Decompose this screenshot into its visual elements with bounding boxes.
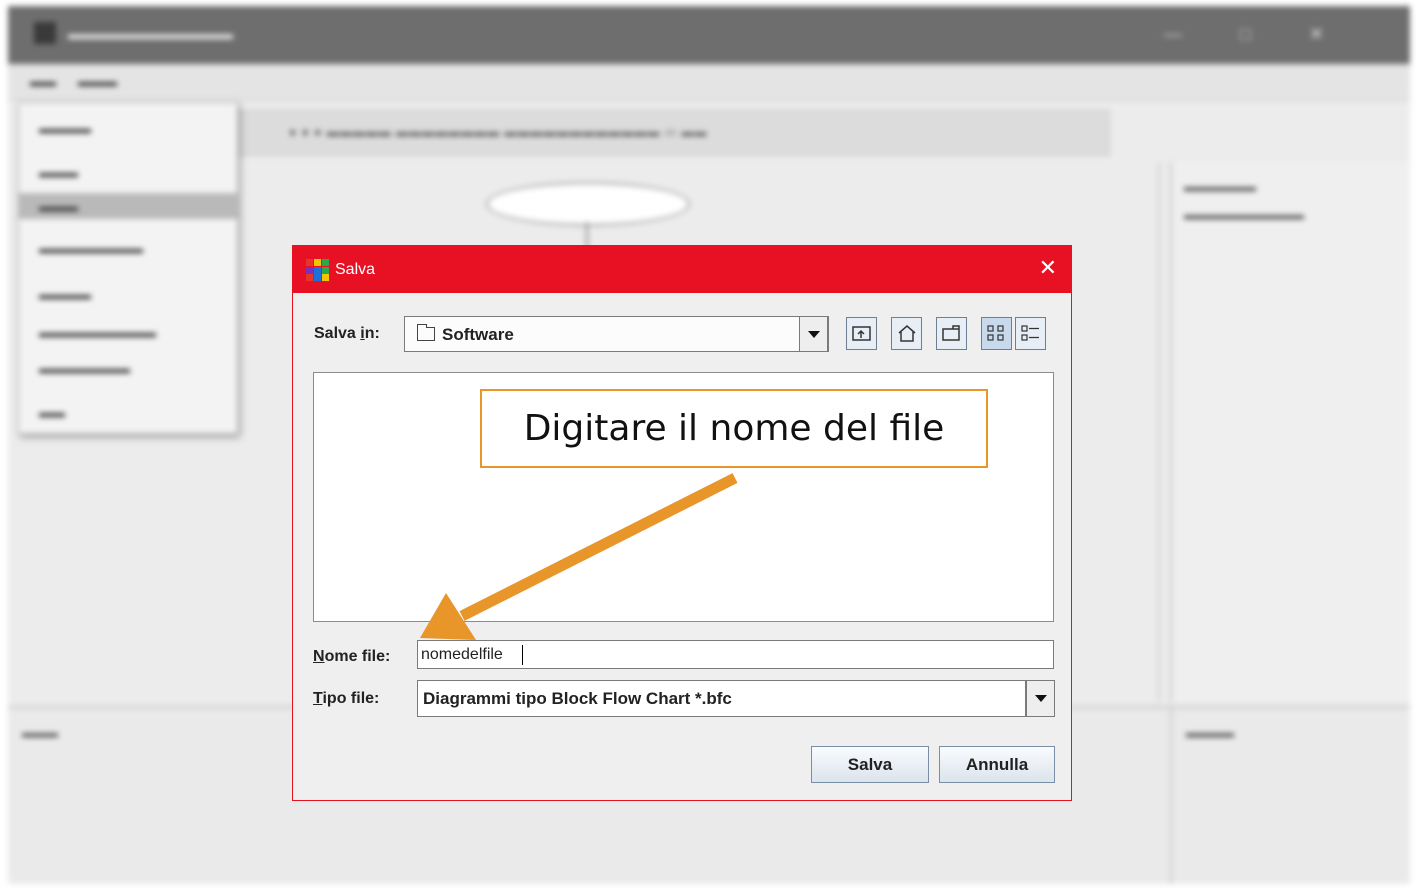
annotation-arrow-shaft — [459, 473, 738, 621]
annotation-arrow — [420, 473, 738, 640]
